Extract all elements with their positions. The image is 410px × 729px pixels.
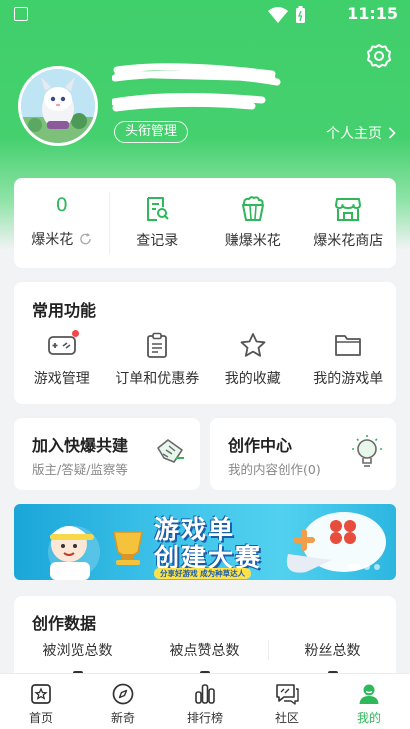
refresh-icon[interactable] xyxy=(79,226,92,252)
popcorn-icon xyxy=(241,196,264,221)
chevron-right-icon xyxy=(388,127,396,139)
my-favorites-button[interactable]: 我的收藏 xyxy=(205,332,301,388)
popcorn-count: 0 xyxy=(55,194,68,216)
popcorn-stats-card: 0 爆米花 查记录 赚爆米花 爆米花商店 xyxy=(14,178,396,268)
store-icon xyxy=(335,198,362,221)
total-views-stat: 被浏览总数 xyxy=(14,640,141,675)
title-management-badge[interactable]: 头衔管理 xyxy=(114,121,189,143)
profile-icon xyxy=(359,684,379,704)
avatar[interactable] xyxy=(18,66,98,146)
page-dot xyxy=(348,564,360,570)
wifi-battery-icon xyxy=(268,6,305,23)
banner-pagination xyxy=(348,564,380,570)
game-management-button[interactable]: 游戏管理 xyxy=(14,330,110,388)
join-co-build-title: 加入快爆共建 xyxy=(32,436,129,455)
popcorn-store-label: 爆米花商店 xyxy=(313,233,384,249)
total-likes-stat: 被点赞总数 xyxy=(141,640,268,675)
popcorn-store-button[interactable]: 爆米花商店 xyxy=(301,178,397,268)
join-co-build-subtitle: 版主/答疑/监察等 xyxy=(32,462,128,477)
banner-subtitle: 分享好游戏 成为种草达人 xyxy=(154,568,252,579)
my-game-lists-label: 我的游戏单 xyxy=(313,371,384,387)
popcorn-balance[interactable]: 0 爆米花 xyxy=(14,178,110,268)
record-search-icon xyxy=(147,197,169,221)
homepage-link-label: 个人主页 xyxy=(326,126,382,142)
status-time: 11:15 xyxy=(347,4,398,23)
lightbulb-icon xyxy=(352,435,382,467)
creation-center-card[interactable]: 创作中心 我的内容创作(0) xyxy=(210,418,396,490)
page-dot xyxy=(374,564,380,570)
total-views-label: 被浏览总数 xyxy=(42,643,113,659)
game-list-contest-banner[interactable]: 游戏单 创建大赛 分享好游戏 成为种草达人 xyxy=(14,504,396,580)
creation-center-subtitle: 我的内容创作(0) xyxy=(228,462,321,477)
creation-center-title: 创作中心 xyxy=(228,436,293,455)
total-fans-stat: 粉丝总数 xyxy=(268,640,396,675)
game-management-label: 游戏管理 xyxy=(33,371,90,387)
join-co-build-card[interactable]: 加入快爆共建 版主/答疑/监察等 xyxy=(14,418,200,490)
community-icon xyxy=(276,684,299,705)
tab-profile-label: 我的 xyxy=(356,711,381,725)
my-favorites-label: 我的收藏 xyxy=(224,371,281,387)
orders-coupons-label: 订单和优惠券 xyxy=(115,371,200,387)
handshake-icon xyxy=(157,439,184,463)
my-game-lists-button[interactable]: 我的游戏单 xyxy=(301,332,397,388)
check-records-label: 查记录 xyxy=(136,233,179,249)
ranking-icon xyxy=(195,684,215,704)
tab-discover-label: 新奇 xyxy=(110,711,135,725)
section-title-creation-data: 创作数据 xyxy=(32,614,97,633)
section-title-common-functions: 常用功能 xyxy=(32,301,97,320)
total-fans-label: 粉丝总数 xyxy=(304,643,361,659)
redacted-username xyxy=(112,63,281,112)
personal-homepage-link[interactable]: 个人主页 xyxy=(326,123,396,143)
earn-popcorn-label: 赚爆米花 xyxy=(224,233,281,249)
page-dot xyxy=(364,564,370,570)
tab-ranking-label: 排行榜 xyxy=(186,711,223,725)
bottom-tab-bar: 首页 新奇 排行榜 社区 我的 xyxy=(0,673,410,729)
folder-icon xyxy=(335,335,362,356)
settings-gear-icon[interactable] xyxy=(366,43,392,69)
tab-home[interactable]: 首页 xyxy=(0,674,82,729)
total-likes-label: 被点赞总数 xyxy=(169,643,240,659)
home-icon xyxy=(31,684,51,704)
common-functions-card: 常用功能 游戏管理 订单和优惠券 我的收藏 我的游戏单 xyxy=(14,282,396,404)
tab-home-label: 首页 xyxy=(28,711,53,725)
tab-community-label: 社区 xyxy=(274,711,299,725)
earn-popcorn-button[interactable]: 赚爆米花 xyxy=(205,178,301,268)
compass-icon xyxy=(112,683,134,705)
popcorn-label: 爆米花 xyxy=(31,232,74,248)
check-records-button[interactable]: 查记录 xyxy=(110,178,206,268)
tab-profile[interactable]: 我的 xyxy=(328,674,410,729)
tab-community[interactable]: 社区 xyxy=(246,674,328,729)
orders-coupons-button[interactable]: 订单和优惠券 xyxy=(110,332,206,388)
tab-discover[interactable]: 新奇 xyxy=(82,674,164,729)
star-icon xyxy=(240,333,266,357)
tab-ranking[interactable]: 排行榜 xyxy=(164,674,246,729)
app-notification-icon xyxy=(14,7,28,21)
clipboard-icon xyxy=(147,332,168,358)
status-bar: 11:15 xyxy=(0,0,410,28)
notification-dot xyxy=(72,330,79,337)
